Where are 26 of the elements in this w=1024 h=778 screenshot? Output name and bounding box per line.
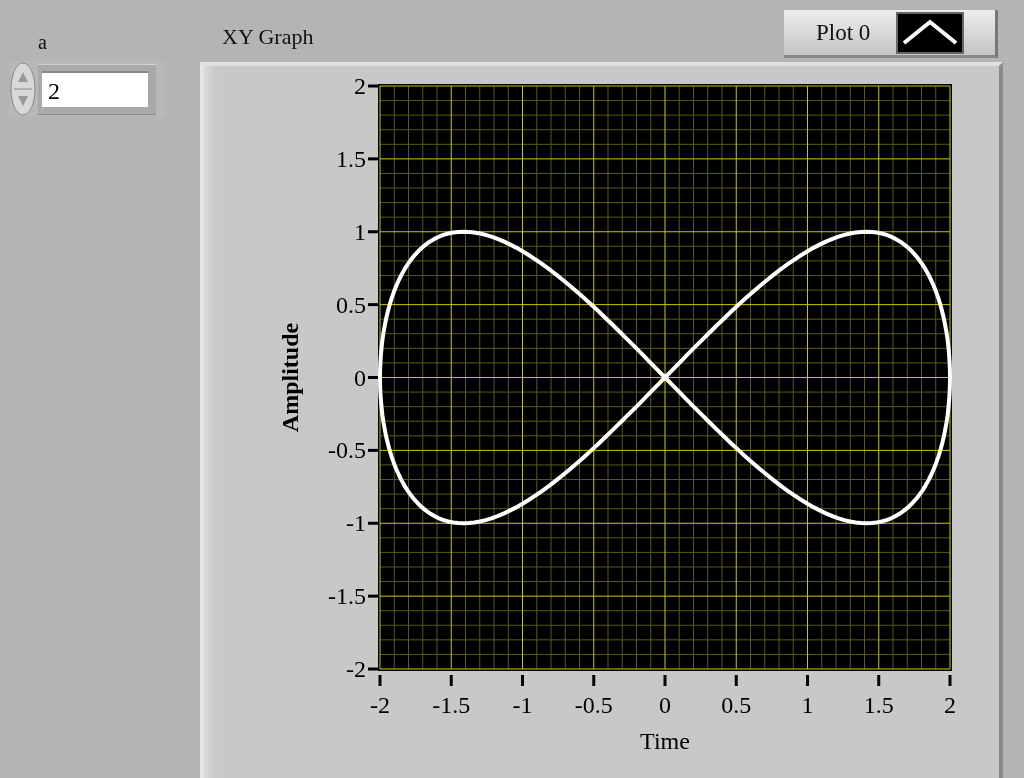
x-tick-label: -2 bbox=[370, 692, 390, 718]
x-tick-label: 0 bbox=[659, 692, 671, 718]
plot-legend[interactable]: Plot 0 bbox=[784, 10, 998, 58]
x-tick-label: 1 bbox=[801, 692, 814, 718]
numeric-field[interactable]: 2 bbox=[42, 70, 148, 107]
x-tick-label: 2 bbox=[944, 692, 956, 718]
y-tick-label: 0 bbox=[354, 364, 366, 391]
y-tick-label: -1 bbox=[346, 510, 366, 537]
y-tick-label: -2 bbox=[346, 656, 366, 682]
y-tick-label: 2 bbox=[354, 73, 366, 99]
x-tick-label: 1.5 bbox=[863, 692, 894, 718]
graph-label: XY Graph bbox=[222, 24, 314, 50]
y-axis-title: Amplitude bbox=[277, 322, 303, 433]
y-tick-label: 1 bbox=[354, 218, 366, 245]
plot-style-icon[interactable] bbox=[896, 11, 965, 54]
x-tick-label: 0.5 bbox=[721, 692, 752, 718]
x-tick-label: -1.5 bbox=[432, 692, 471, 718]
x-axis-title: Time bbox=[640, 728, 690, 754]
x-tick-label: -1 bbox=[512, 692, 533, 718]
y-tick-label: -0.5 bbox=[328, 437, 366, 464]
control-label: a bbox=[38, 30, 47, 54]
x-tick-label: -0.5 bbox=[574, 692, 613, 718]
y-tick-label: -1.5 bbox=[328, 583, 366, 610]
plot-name: Plot 0 bbox=[816, 19, 871, 46]
y-tick-label: 0.5 bbox=[336, 291, 366, 318]
y-tick-label: 1.5 bbox=[336, 145, 366, 172]
